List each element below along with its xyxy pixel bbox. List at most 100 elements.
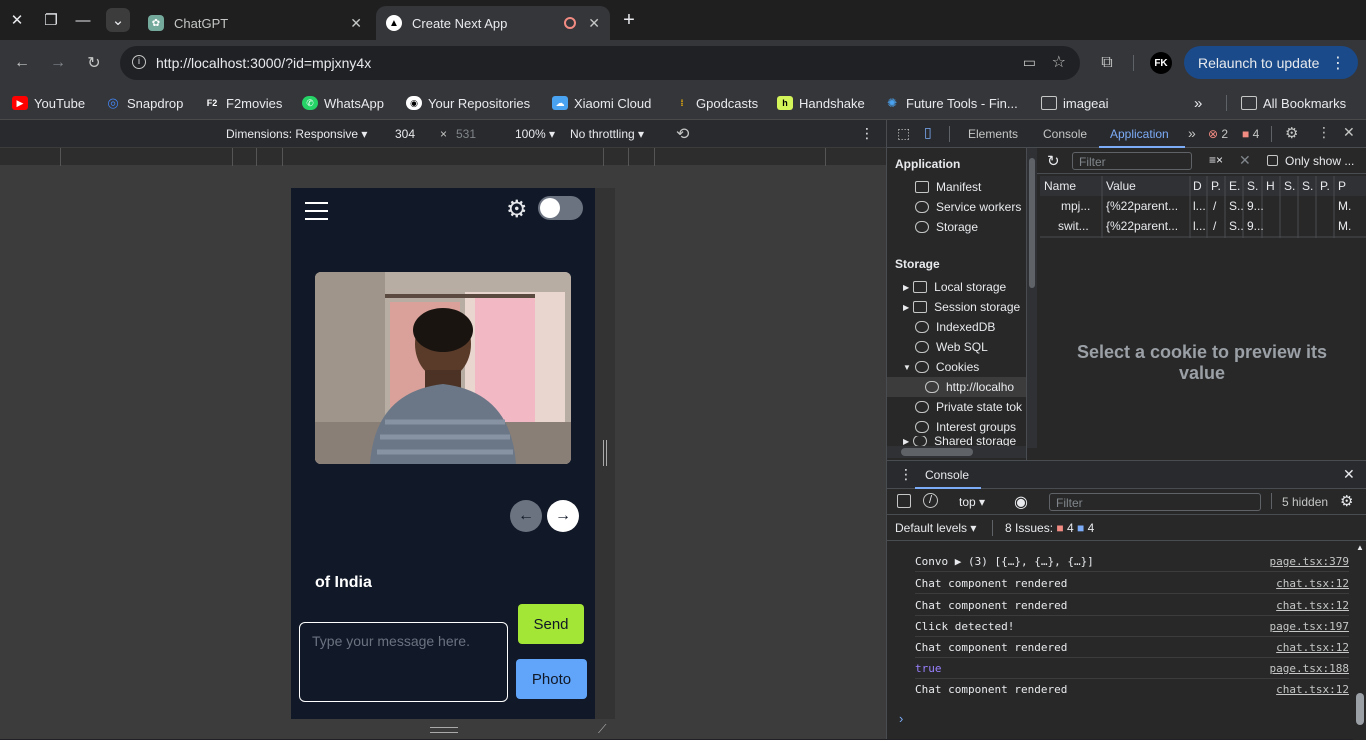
sidebar-item-interest-groups[interactable]: Interest groups — [915, 417, 1016, 437]
tab-application[interactable]: Application — [1110, 127, 1169, 141]
table-row[interactable]: mpj... {%22parent... l... / S.. 9... M. — [1040, 196, 1366, 216]
console-scrollbar[interactable]: ▲ — [1353, 541, 1366, 740]
sidebar-item-storage[interactable]: Storage — [915, 217, 978, 237]
dimensions-select[interactable]: Dimensions: Responsive ▾ — [226, 127, 367, 141]
theme-toggle[interactable] — [538, 196, 583, 220]
bookmark-whatsapp[interactable]: ✆ WhatsApp — [302, 93, 384, 113]
column-size[interactable]: S. — [1247, 179, 1258, 193]
inspect-element-icon[interactable]: ⬚ — [897, 125, 910, 142]
bookmark-imageai[interactable]: imageai — [1041, 93, 1109, 113]
collapse-arrow-icon[interactable]: ▼ — [903, 363, 911, 372]
more-tabs-icon[interactable]: » — [1188, 125, 1196, 141]
restore-window-icon[interactable]: ❐ — [39, 8, 63, 32]
expand-arrow-icon[interactable]: ▶ — [903, 283, 909, 292]
console-log-row[interactable]: true page.tsx:188 — [915, 658, 1349, 679]
rotate-icon[interactable]: ⟲ — [676, 124, 689, 144]
sidebar-item-shared-storage[interactable]: ▶ Shared storage — [903, 436, 1016, 446]
console-log-row[interactable]: Convo ▶ (3) [{…}, {…}, {…}] page.tsx:379 — [915, 551, 1349, 572]
scrollbar-thumb[interactable] — [1356, 693, 1364, 725]
console-log-row[interactable]: Chat component rendered chat.tsx:12 — [915, 573, 1349, 594]
tab-chatgpt[interactable]: ✿ ChatGPT ✕ — [138, 6, 372, 40]
tab-console-drawer[interactable]: Console — [925, 468, 969, 482]
console-log-row[interactable]: Click detected! page.tsx:197 — [915, 616, 1349, 637]
message-input[interactable]: Type your message here. — [299, 622, 508, 702]
more-menu-icon[interactable]: ⋮ — [1330, 53, 1346, 73]
settings-gear-icon[interactable]: ⚙ — [506, 195, 528, 224]
column-httponly[interactable]: H — [1266, 179, 1275, 193]
back-icon[interactable]: ← — [10, 51, 34, 75]
tab-console[interactable]: Console — [1043, 127, 1087, 141]
cookie-filter-input[interactable]: Filter — [1072, 152, 1192, 170]
tab-elements[interactable]: Elements — [968, 127, 1018, 141]
console-prompt-icon[interactable]: › — [899, 711, 903, 726]
sidebar-item-web-sql[interactable]: Web SQL — [915, 337, 988, 357]
column-domain[interactable]: D — [1193, 179, 1202, 193]
prev-image-button[interactable]: ← — [510, 500, 542, 532]
column-priority[interactable]: P — [1338, 179, 1346, 193]
column-value[interactable]: Value — [1106, 179, 1136, 193]
live-expression-eye-icon[interactable]: ◉ — [1014, 492, 1028, 512]
profile-avatar[interactable]: FK — [1150, 52, 1172, 74]
bottom-resize-handle-icon[interactable] — [430, 727, 458, 733]
forward-icon[interactable]: → — [46, 51, 70, 75]
resize-gutter[interactable] — [595, 188, 615, 719]
sidebar-item-cookies[interactable]: ▼ Cookies — [903, 357, 979, 377]
site-info-icon[interactable]: i — [132, 55, 146, 69]
bookmark-youtube[interactable]: ▶ YouTube — [12, 93, 85, 113]
column-path[interactable]: P. — [1211, 179, 1221, 193]
next-image-button[interactable]: → — [547, 500, 579, 532]
close-drawer-icon[interactable]: ✕ — [1343, 466, 1355, 483]
column-partition[interactable]: P. — [1320, 179, 1330, 193]
console-log-row[interactable]: Chat component rendered chat.tsx:12 — [915, 637, 1349, 658]
console-filter-input[interactable]: Filter — [1049, 493, 1261, 511]
log-source-link[interactable]: chat.tsx:12 — [1276, 577, 1349, 590]
sidebar-item-manifest[interactable]: Manifest — [915, 177, 981, 197]
log-source-link[interactable]: page.tsx:188 — [1270, 662, 1349, 675]
column-expires[interactable]: E. — [1229, 179, 1240, 193]
hamburger-menu-icon[interactable] — [305, 202, 328, 220]
warning-count[interactable]: ■ 4 — [1242, 127, 1259, 141]
clear-all-icon[interactable]: ≡× — [1209, 153, 1223, 167]
address-bar[interactable]: i http://localhost:3000/?id=mpjxny4x ▭ ☆ — [120, 46, 1080, 80]
bookmark-your-repositories[interactable]: ◉ Your Repositories — [406, 93, 530, 113]
expand-arrow-icon[interactable]: ▶ — [903, 437, 909, 446]
close-tab-icon[interactable]: ✕ — [588, 15, 600, 32]
sidebar-item-indexeddb[interactable]: IndexedDB — [915, 317, 995, 337]
reload-icon[interactable]: ↻ — [82, 51, 106, 75]
table-row[interactable]: swit... {%22parent... l... / S.. 9... M. — [1040, 216, 1366, 236]
photo-button[interactable]: Photo — [516, 659, 587, 699]
log-source-link[interactable]: chat.tsx:12 — [1276, 683, 1349, 696]
column-secure[interactable]: S. — [1284, 179, 1295, 193]
bookmark-f2movies[interactable]: F2 F2movies — [204, 93, 283, 113]
scrollbar-thumb[interactable] — [901, 448, 973, 456]
device-toggle-icon[interactable]: ▯ — [924, 124, 932, 141]
tab-create-next-app[interactable]: ▲ Create Next App ✕ — [376, 6, 610, 40]
levels-select[interactable]: Default levels ▾ — [895, 521, 976, 535]
tab-search-icon[interactable]: ⌄ — [106, 8, 130, 32]
issues-button[interactable]: 8 Issues: ■ 4 ■ 4 — [1005, 521, 1094, 535]
sidebar-item-private-state-tokens[interactable]: Private state tok — [915, 397, 1022, 417]
error-count[interactable]: ⊗ 2 — [1208, 127, 1228, 141]
close-devtools-icon[interactable]: ✕ — [1343, 124, 1355, 141]
sidebar-horizontal-scrollbar[interactable] — [887, 446, 1026, 458]
zoom-select[interactable]: 100% ▾ — [515, 127, 555, 141]
relaunch-button[interactable]: Relaunch to update ⋮ — [1184, 46, 1358, 79]
throttling-select[interactable]: No throttling ▾ — [570, 127, 644, 141]
expand-arrow-icon[interactable]: ▶ — [903, 303, 909, 312]
scroll-up-icon[interactable]: ▲ — [1356, 543, 1364, 552]
settings-icon[interactable]: ⚙ — [1285, 124, 1298, 142]
log-source-link[interactable]: chat.tsx:12 — [1276, 641, 1349, 654]
minimize-window-icon[interactable]: — — [71, 8, 95, 32]
bookmark-snapdrop[interactable]: ◎ Snapdrop — [105, 93, 183, 113]
only-show-checkbox[interactable] — [1267, 155, 1278, 166]
refresh-icon[interactable]: ↻ — [1047, 152, 1060, 170]
devtools-menu-icon[interactable]: ⋮ — [1317, 124, 1331, 141]
height-input[interactable]: 531 — [456, 127, 476, 141]
sidebar-vertical-scrollbar[interactable] — [1027, 148, 1037, 448]
console-log-row[interactable]: Chat component rendered chat.tsx:12 — [915, 679, 1349, 700]
bookmark-handshake[interactable]: h Handshake — [777, 93, 865, 113]
scrollbar-thumb[interactable] — [1029, 158, 1035, 288]
new-tab-icon[interactable]: + — [617, 8, 641, 32]
sidebar-item-local-storage[interactable]: ▶ Local storage — [903, 277, 1006, 297]
console-log-row[interactable]: Chat component rendered chat.tsx:12 — [915, 595, 1349, 616]
